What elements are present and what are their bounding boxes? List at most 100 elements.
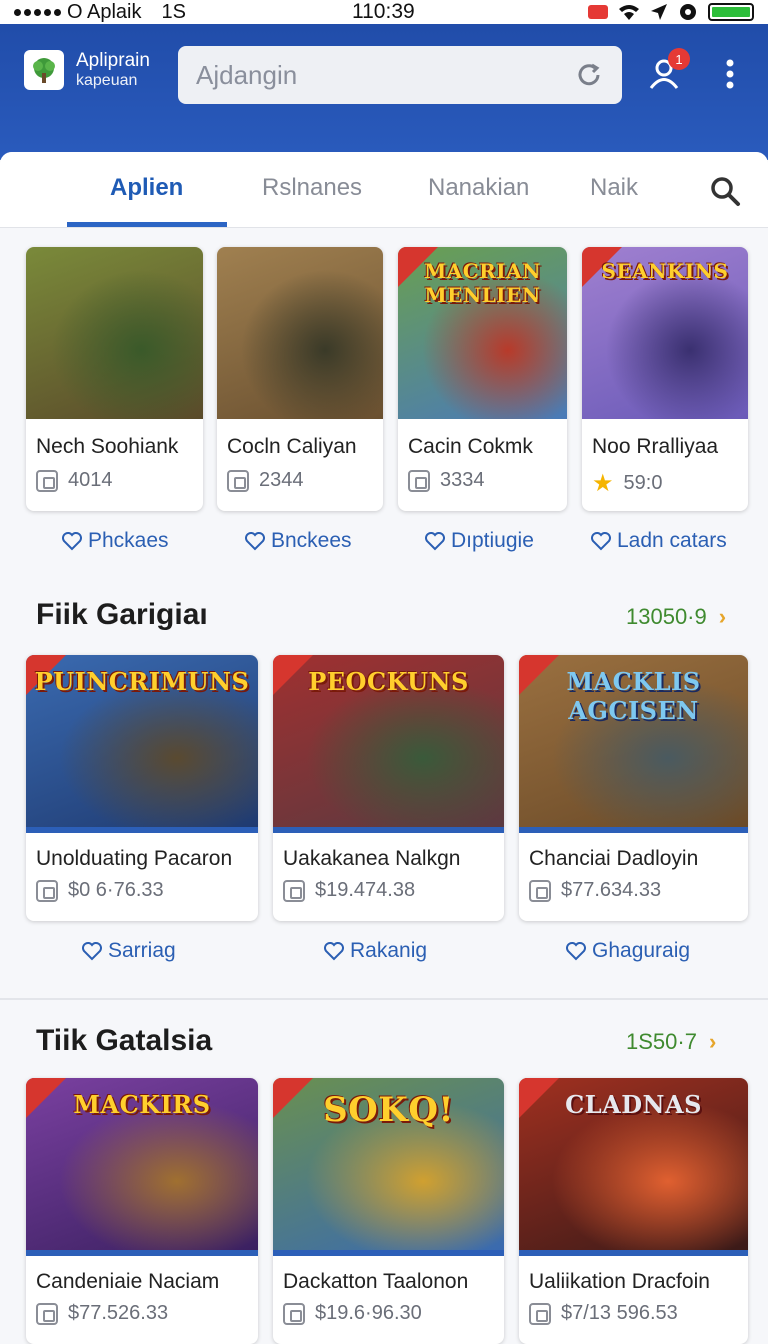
game-title: Ualiikation Dracfoin bbox=[529, 1270, 710, 1293]
game-title: Noo Rralliyaa bbox=[592, 435, 719, 458]
profile-button[interactable]: 1 bbox=[644, 48, 690, 96]
game-card[interactable]: SOKQ! Dackatton Taalonon $19.6·96.30 bbox=[273, 1078, 504, 1344]
tab-aplien[interactable]: Aplien bbox=[110, 174, 183, 202]
featured-card[interactable]: Cocln Caliyan 2344 bbox=[217, 247, 383, 511]
heart-icon bbox=[82, 942, 102, 961]
box-icon bbox=[36, 469, 58, 492]
favorite-label: Rakanig bbox=[350, 939, 428, 962]
featured-card[interactable]: Nech Soohiank 4014 bbox=[26, 247, 203, 511]
heart-icon bbox=[62, 532, 82, 551]
tab-nanakian[interactable]: Nanakian bbox=[428, 174, 529, 202]
brand-title: Apliprain bbox=[76, 50, 150, 71]
game-price: $77.526.33 bbox=[36, 1302, 168, 1325]
art-title: SEANKINS bbox=[601, 259, 729, 283]
art-title: SOKQ! bbox=[323, 1090, 454, 1130]
game-card[interactable]: PEOCKUNS Uakakanea Nalkgn $19.474.38 bbox=[273, 655, 504, 921]
notification-icon bbox=[588, 5, 608, 19]
section-count: 1S50·7 bbox=[626, 1029, 697, 1054]
card-accent-bar bbox=[26, 1250, 258, 1256]
location-icon bbox=[651, 4, 667, 20]
game-card[interactable]: CLADNAS Ualiikation Dracfoin $7/13 596.5… bbox=[519, 1078, 748, 1344]
section-title: Fiik Garigiaı bbox=[36, 598, 208, 631]
game-price: $0 6·76.33 bbox=[36, 879, 164, 902]
price-value: $0 6·76.33 bbox=[68, 879, 164, 901]
game-meta: 3334 bbox=[408, 469, 485, 492]
game-meta-value: 2344 bbox=[259, 469, 304, 491]
section-see-all[interactable]: 1S50·7 › bbox=[626, 1029, 716, 1055]
favorite-button[interactable]: Phckaes bbox=[62, 529, 169, 553]
more-menu-button[interactable] bbox=[710, 52, 750, 96]
more-vertical-icon bbox=[726, 59, 734, 89]
tag-icon bbox=[36, 1302, 58, 1325]
favorite-button[interactable]: Rakanig bbox=[324, 939, 427, 963]
section-divider bbox=[0, 998, 768, 1000]
game-price: $7/13 596.53 bbox=[529, 1302, 678, 1325]
tag-icon bbox=[36, 879, 58, 902]
status-bar: O Aplaik 1S 110:39 bbox=[0, 0, 768, 24]
tag-icon bbox=[529, 1302, 551, 1325]
price-value: $77.526.33 bbox=[68, 1302, 169, 1324]
card-accent-bar bbox=[26, 827, 258, 833]
game-title: Chanciai Dadloyin bbox=[529, 847, 699, 870]
section-see-all[interactable]: 13050·9 › bbox=[626, 604, 726, 630]
signal-icon bbox=[14, 8, 61, 16]
favorite-button[interactable]: Ghaguraig bbox=[566, 939, 690, 963]
box-icon bbox=[227, 469, 249, 492]
tab-rslnanes[interactable]: Rslnanes bbox=[262, 174, 362, 202]
card-accent-bar bbox=[519, 1250, 748, 1256]
wifi-icon bbox=[619, 5, 639, 20]
tab-naik[interactable]: Naik bbox=[590, 174, 638, 202]
main-panel: Aplien Rslnanes Nanakian Naik Nech Soohi… bbox=[0, 152, 768, 1344]
game-meta-value: 4014 bbox=[68, 469, 113, 491]
game-title: Candeniaie Naciam bbox=[36, 1270, 220, 1293]
game-title: Dackatton Taalonon bbox=[283, 1270, 469, 1293]
star-icon: ★ bbox=[592, 470, 614, 497]
chevron-right-icon: › bbox=[708, 1029, 717, 1054]
refresh-icon[interactable] bbox=[574, 60, 604, 90]
game-title: Unolduating Pacaron bbox=[36, 847, 233, 870]
search-input[interactable] bbox=[196, 59, 574, 91]
heart-icon bbox=[591, 532, 611, 551]
game-title: Uakakanea Nalkgn bbox=[283, 847, 461, 870]
game-card[interactable]: MACKLIS AGCISEN Chanciai Dadloyin $77.63… bbox=[519, 655, 748, 921]
tab-bar: Aplien Rslnanes Nanakian Naik bbox=[0, 152, 768, 228]
app-logo[interactable] bbox=[24, 50, 64, 90]
game-artwork bbox=[217, 247, 383, 419]
tag-icon bbox=[283, 1302, 305, 1325]
card-accent-bar bbox=[519, 827, 748, 833]
heart-icon bbox=[566, 942, 586, 961]
favorite-label: Dıptiugie bbox=[451, 529, 534, 552]
game-title: Nech Soohiank bbox=[36, 435, 179, 458]
game-price: $19.6·96.30 bbox=[283, 1302, 422, 1325]
price-value: $77.634.33 bbox=[561, 879, 662, 901]
search-bar[interactable] bbox=[178, 46, 622, 104]
search-icon[interactable] bbox=[708, 174, 742, 208]
app-header: O Aplaik 1S 110:39 Apliprain kapeuan Ajd… bbox=[0, 0, 768, 160]
settings-icon bbox=[680, 4, 696, 20]
heart-icon bbox=[324, 942, 344, 961]
art-title: MACKIRS bbox=[73, 1090, 211, 1119]
favorite-button[interactable]: Sarriag bbox=[82, 939, 176, 963]
featured-card[interactable]: SEANKINS Noo Rralliyaa ★ 59:0 bbox=[582, 247, 748, 511]
chevron-right-icon: › bbox=[718, 604, 727, 629]
section-count: 13050·9 bbox=[626, 604, 707, 629]
brand-subtitle: kapeuan bbox=[76, 72, 138, 89]
favorite-button[interactable]: Bnckees bbox=[245, 529, 352, 553]
game-price: $19.474.38 bbox=[283, 879, 415, 902]
game-title: Cocln Caliyan bbox=[227, 435, 357, 458]
tag-icon bbox=[283, 879, 305, 902]
card-accent-bar bbox=[273, 1250, 504, 1256]
favorite-label: Phckaes bbox=[88, 529, 169, 552]
favorite-button[interactable]: Dıptiugie bbox=[425, 529, 534, 553]
favorite-button[interactable]: Ladn catars bbox=[591, 529, 727, 553]
game-card[interactable]: PUINCRIMUNS Unolduating Pacaron $0 6·76.… bbox=[26, 655, 258, 921]
game-meta: 2344 bbox=[227, 469, 304, 492]
active-tab-indicator bbox=[67, 222, 227, 227]
featured-card[interactable]: MACRIAN MENLIEN Cacin Cokmk 3334 bbox=[398, 247, 567, 511]
card-accent-bar bbox=[273, 827, 504, 833]
game-meta: ★ 59:0 bbox=[592, 469, 662, 498]
price-value: $7/13 596.53 bbox=[561, 1302, 678, 1324]
game-meta: 4014 bbox=[36, 469, 113, 492]
game-card[interactable]: MACKIRS Candeniaie Naciam $77.526.33 bbox=[26, 1078, 258, 1344]
clock: 110:39 bbox=[352, 0, 415, 23]
